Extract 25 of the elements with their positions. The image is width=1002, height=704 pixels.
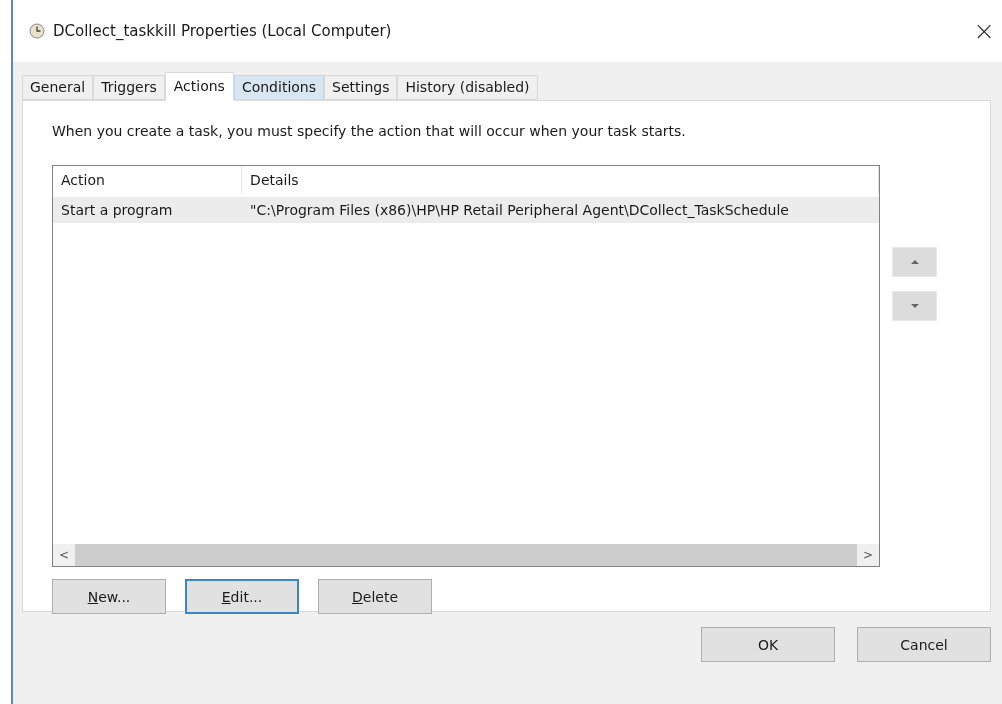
scrollbar-thumb[interactable] [75,544,857,566]
down-triangle-icon [910,303,919,309]
column-header[interactable]: Action [53,166,243,194]
list-row[interactable]: Start a program "C:\Program Files (x86)\HP\HP Retail Peripheral Agent\DCollect_TaskSchedule [53,197,879,223]
tab[interactable]: General [22,75,94,100]
column-header[interactable]: Details [242,166,879,194]
window-title: DCollect_taskkill Properties (Local Computer) [53,22,393,40]
close-button[interactable]: × [967,16,1001,46]
up-triangle-icon [910,259,919,265]
clock-icon [29,23,45,39]
description-text: When you create a task, you must specify the action that will occur when your task starts. [52,123,687,139]
tab[interactable]: History (disabled) [397,75,538,100]
move-up-button[interactable] [892,247,937,277]
action-button[interactable]: New... [52,579,166,614]
dialog-button[interactable]: Cancel [857,627,991,662]
table-cell-text: Start a program [60,202,174,218]
tab[interactable]: Triggers [93,75,165,100]
dialog-button[interactable]: OK [701,627,835,662]
tab[interactable]: Conditions [233,75,324,100]
tab[interactable]: Settings [324,75,398,100]
move-down-button[interactable] [892,291,937,321]
action-button[interactable]: Delete [318,579,432,614]
table-cell-text: "C:\Program Files (x86)\HP\HP Retail Peripheral Agent\DCollect_TaskSchedule [249,202,790,218]
action-button[interactable]: Edit... [185,579,299,614]
tab[interactable]: Actions [164,72,234,101]
